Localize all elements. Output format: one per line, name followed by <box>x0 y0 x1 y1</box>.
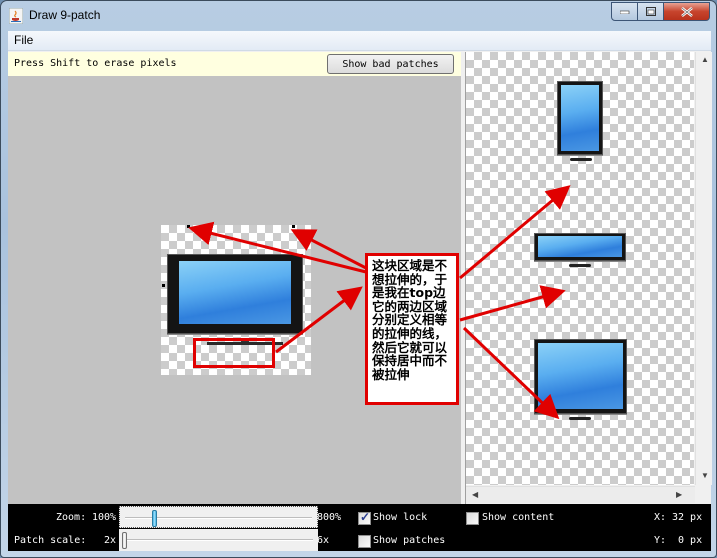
wide-preview <box>534 233 626 267</box>
status-bar: Zoom: 100% 800% Patch scale: 2x 6x Show … <box>8 504 711 551</box>
show-bad-patches-button[interactable]: Show bad patches <box>327 54 454 74</box>
show-lock-checkbox[interactable] <box>358 510 371 525</box>
tv-screen <box>179 261 291 324</box>
close-button[interactable] <box>664 2 710 21</box>
scroll-left-icon[interactable]: ◀ <box>472 490 478 499</box>
y-coord-value: 0 px <box>672 535 703 546</box>
patch-scale-label: Patch scale: <box>14 535 87 546</box>
hint-text: Press Shift to erase pixels <box>14 58 177 69</box>
patch-scale-slider[interactable] <box>119 529 318 551</box>
scroll-down-icon[interactable]: ▼ <box>701 471 709 480</box>
x-coord-label: X: <box>654 512 667 523</box>
tv-screen <box>538 236 622 257</box>
zoom-label: Zoom: <box>56 512 87 523</box>
horizontal-scrollbar[interactable]: ◀ ▶ <box>466 486 695 503</box>
show-content-label[interactable]: Show content <box>482 512 554 523</box>
maximize-button[interactable] <box>638 2 664 21</box>
show-content-checkbox[interactable] <box>466 512 479 525</box>
scroll-up-icon[interactable]: ▲ <box>701 55 709 64</box>
tv-stand <box>570 158 592 161</box>
patch-scale-slider-track <box>124 539 313 541</box>
minimize-icon <box>619 10 629 14</box>
annotation-highlight-rect <box>193 338 275 368</box>
hint-bar: Press Shift to erase pixels Show bad pat… <box>8 52 461 76</box>
tall-preview <box>557 81 603 161</box>
patch-scale-slider-thumb[interactable] <box>122 532 127 549</box>
java-cup-icon <box>9 8 23 24</box>
zoom-max-label: 800% <box>317 512 342 523</box>
annotation-callout: 这块区域是不想拉伸的，于是我在top边它的两边区域分别定义相等的拉伸的线，然后它… <box>365 253 459 405</box>
preview-panel: ▲ ▼ ◀ ▶ <box>465 52 712 504</box>
large-preview <box>534 339 627 420</box>
zoom-slider[interactable] <box>119 506 318 528</box>
show-patches-checkbox[interactable] <box>358 535 371 548</box>
menu-bar: File <box>8 31 711 51</box>
zoom-slider-thumb[interactable] <box>152 510 158 527</box>
y-coord-label: Y: <box>654 535 667 546</box>
minimize-button[interactable] <box>611 2 638 21</box>
tv-screen <box>538 343 623 409</box>
window-title: Draw 9-patch <box>29 8 101 22</box>
maximize-icon <box>645 7 656 16</box>
annotation-text: 这块区域是不想拉伸的，于是我在top边它的两边区域分别定义相等的拉伸的线，然后它… <box>372 258 448 382</box>
title-bar[interactable]: Draw 9-patch <box>1 1 716 31</box>
x-coord-value: 32 px <box>672 512 703 523</box>
stretch-marker-left[interactable] <box>162 284 165 287</box>
show-patches-label[interactable]: Show patches <box>373 535 445 546</box>
close-icon <box>680 6 693 17</box>
app-window: Draw 9-patch File Press Shift to erase p… <box>0 0 717 558</box>
client-area: File Press Shift to erase pixels Show ba… <box>8 31 712 551</box>
stretch-marker-top-left[interactable] <box>187 225 190 228</box>
tv-stand <box>569 417 591 420</box>
preview-canvas <box>466 52 694 485</box>
tv-image <box>167 254 303 336</box>
stretch-marker-top-right[interactable] <box>292 225 295 228</box>
zoom-min-label: 100% <box>92 512 117 523</box>
patch-scale-min-label: 2x <box>104 535 117 546</box>
show-lock-label[interactable]: Show lock <box>373 512 427 523</box>
tv-screen <box>561 85 599 151</box>
tv-stand <box>569 264 591 267</box>
vertical-scrollbar[interactable]: ▲ ▼ <box>695 52 712 485</box>
menu-file[interactable]: File <box>12 33 35 47</box>
scroll-right-icon[interactable]: ▶ <box>676 490 682 499</box>
patch-scale-max-label: 6x <box>317 535 330 546</box>
